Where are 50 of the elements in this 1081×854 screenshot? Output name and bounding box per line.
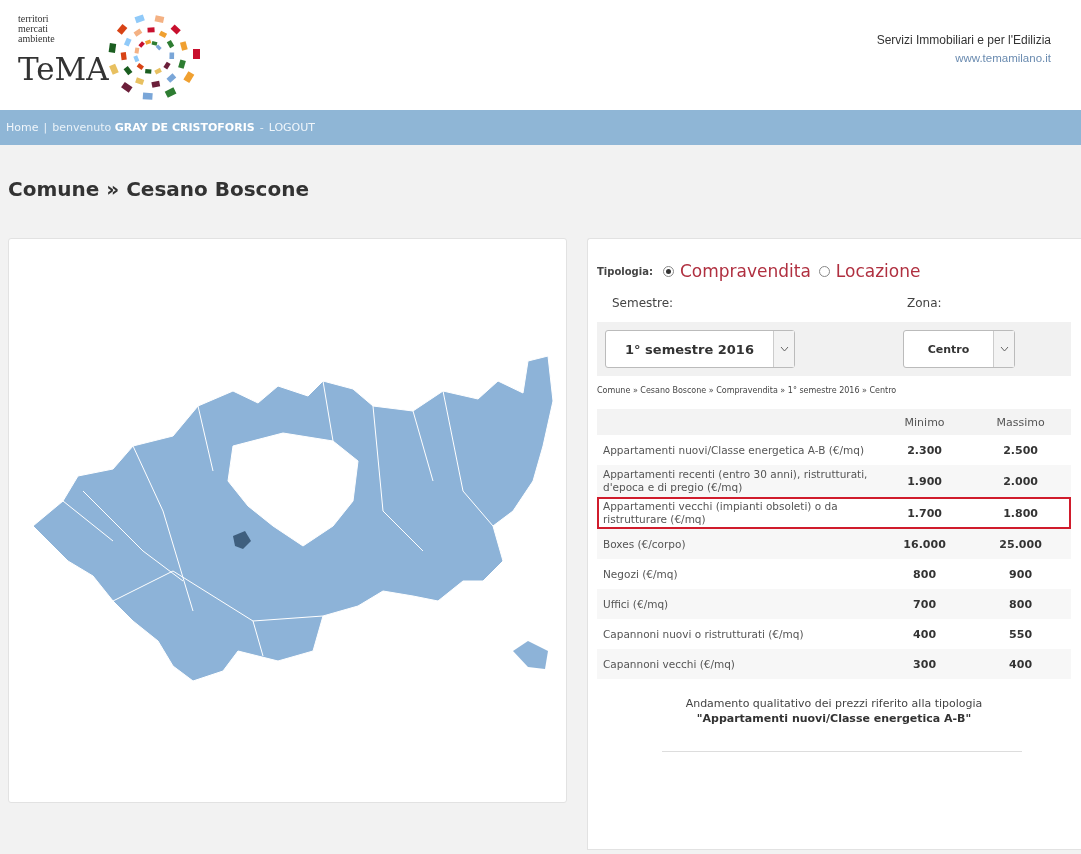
table-cell: 400 [879, 619, 971, 649]
radio-label[interactable]: Locazione [835, 261, 921, 281]
trend-caption: Andamento qualitativo dei prezzi riferito alla tipologia [684, 697, 984, 710]
table-cell: 16.000 [879, 529, 971, 559]
table-cell: 2.000 [970, 465, 1071, 497]
table-cell: Capannoni nuovi o ristrutturati (€/mq) [597, 619, 879, 649]
table-cell: 700 [879, 589, 971, 619]
table-cell: 2.500 [970, 435, 1071, 465]
column-header: Minimo [879, 409, 971, 435]
tagline-text: territori [18, 14, 50, 24]
radio-button[interactable] [662, 265, 674, 277]
table-cell: Appartamenti recenti (entro 30 anni), ristrutturati, d'epoca e di pregio (€/mq) [597, 465, 879, 497]
table-cell: 800 [879, 559, 971, 589]
table-cell: Capannoni vecchi (€/mq) [597, 649, 879, 679]
table-cell: 550 [970, 619, 1071, 649]
radio-label[interactable]: Compravendita [679, 261, 811, 281]
tagline-text: ambiente [18, 34, 56, 44]
page-title: Comune » Cesano Boscone [8, 176, 310, 203]
column-header: Massimo [970, 409, 1071, 435]
tipologia-label: Tipologia: [597, 265, 653, 277]
table-cell: 400 [970, 649, 1071, 679]
table-cell: Uffici (€/mq) [597, 589, 879, 619]
nav-separator: - [259, 121, 264, 134]
table-cell: 25.000 [970, 529, 1071, 559]
table-cell: 900 [970, 559, 1071, 589]
breadcrumb: Comune » Cesano Boscone » Compravendita » 1° semestre 2016 » Centro [597, 386, 898, 395]
table-cell: 2.300 [879, 435, 971, 465]
table-cell: Boxes (€/corpo) [597, 529, 879, 559]
zona-label: Zona: [907, 296, 942, 310]
table-cell: 1.800 [970, 497, 1071, 529]
table-cell: Negozi (€/mq) [597, 559, 879, 589]
website-link[interactable]: www.temamilano.it [955, 52, 1051, 64]
nav-separator: | [43, 121, 48, 134]
trend-type: "Appartamenti nuovi/Classe energetica A-B" [695, 712, 973, 725]
table-cell: 800 [970, 589, 1071, 619]
semestre-label: Semestre: [612, 296, 675, 310]
service-text: Servizi Immobiliari e per l'Edilizia [876, 33, 1051, 47]
radio-button[interactable] [818, 265, 830, 277]
table-cell: Appartamenti nuovi/Classe energetica A-B (€/mq) [597, 435, 879, 465]
chevron-down-icon [999, 346, 1009, 352]
chevron-down-icon [779, 346, 789, 352]
tagline-text: mercati [18, 24, 49, 34]
zona-dropdown[interactable]: Centro [903, 330, 1015, 368]
table-cell: 1.900 [879, 465, 971, 497]
brand-name: TeMA [18, 52, 109, 86]
semestre-dropdown[interactable]: 1° semestre 2016 [605, 330, 795, 368]
table-cell: 1.700 [879, 497, 971, 529]
table-cell: Appartamenti vecchi (impianti obsoleti) o da ristrutturare (€/mq) [597, 497, 879, 529]
welcome-text: benvenuto GRAY DE CRISTOFORIS [52, 121, 255, 134]
table-cell: 300 [879, 649, 971, 679]
